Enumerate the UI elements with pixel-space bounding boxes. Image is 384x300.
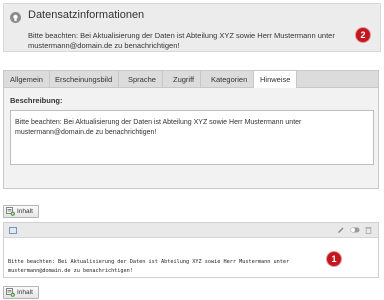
info-title: Datensatzinformationen	[28, 9, 145, 21]
add-content-label: Inhalt	[17, 289, 33, 296]
content-element-preview[interactable]: Bitte beachten: Bei Aktualisierung der D…	[3, 222, 379, 278]
record-info-box: Datensatzinformationen Bitte beachten: B…	[3, 3, 381, 52]
tab-allgemein[interactable]: Allgemein	[4, 71, 50, 88]
text-element-icon	[9, 227, 17, 234]
delete-icon[interactable]	[365, 226, 372, 236]
preview-actions	[337, 226, 372, 236]
preview-header	[4, 223, 378, 238]
add-content-icon	[6, 288, 15, 297]
description-label: Beschreibung:	[10, 96, 63, 105]
add-content-icon	[6, 207, 15, 216]
tab-sprache[interactable]: Sprache	[122, 71, 163, 88]
callout-badge-2: 2	[356, 28, 370, 42]
tab-zugriff[interactable]: Zugriff	[167, 71, 202, 88]
tab-hinweise[interactable]: Hinweise	[254, 70, 298, 88]
edit-icon[interactable]	[337, 226, 345, 236]
toggle-icon[interactable]	[350, 226, 360, 236]
tab-bar: Allgemein Erscheinungsbild Sprache Zugri…	[3, 70, 379, 88]
tab-kategorien[interactable]: Kategorien	[205, 71, 255, 88]
add-content-button[interactable]: Inhalt	[3, 205, 39, 218]
add-content-label: Inhalt	[17, 208, 33, 215]
tab-panel-hinweise: Beschreibung: Bitte beachten: Bei Aktual…	[3, 88, 379, 189]
callout-badge-1: 1	[327, 252, 341, 266]
description-textarea[interactable]: Bitte beachten: Bei Aktualisierung der D…	[10, 110, 374, 165]
tab-erscheinungsbild[interactable]: Erscheinungsbild	[49, 71, 120, 88]
preview-text: Bitte beachten: Bei Aktualisierung der D…	[8, 259, 290, 274]
add-content-button-bottom[interactable]: Inhalt	[3, 286, 39, 299]
info-text: Bitte beachten: Bei Aktualisierung der D…	[28, 31, 335, 50]
lightbulb-icon	[10, 12, 21, 23]
